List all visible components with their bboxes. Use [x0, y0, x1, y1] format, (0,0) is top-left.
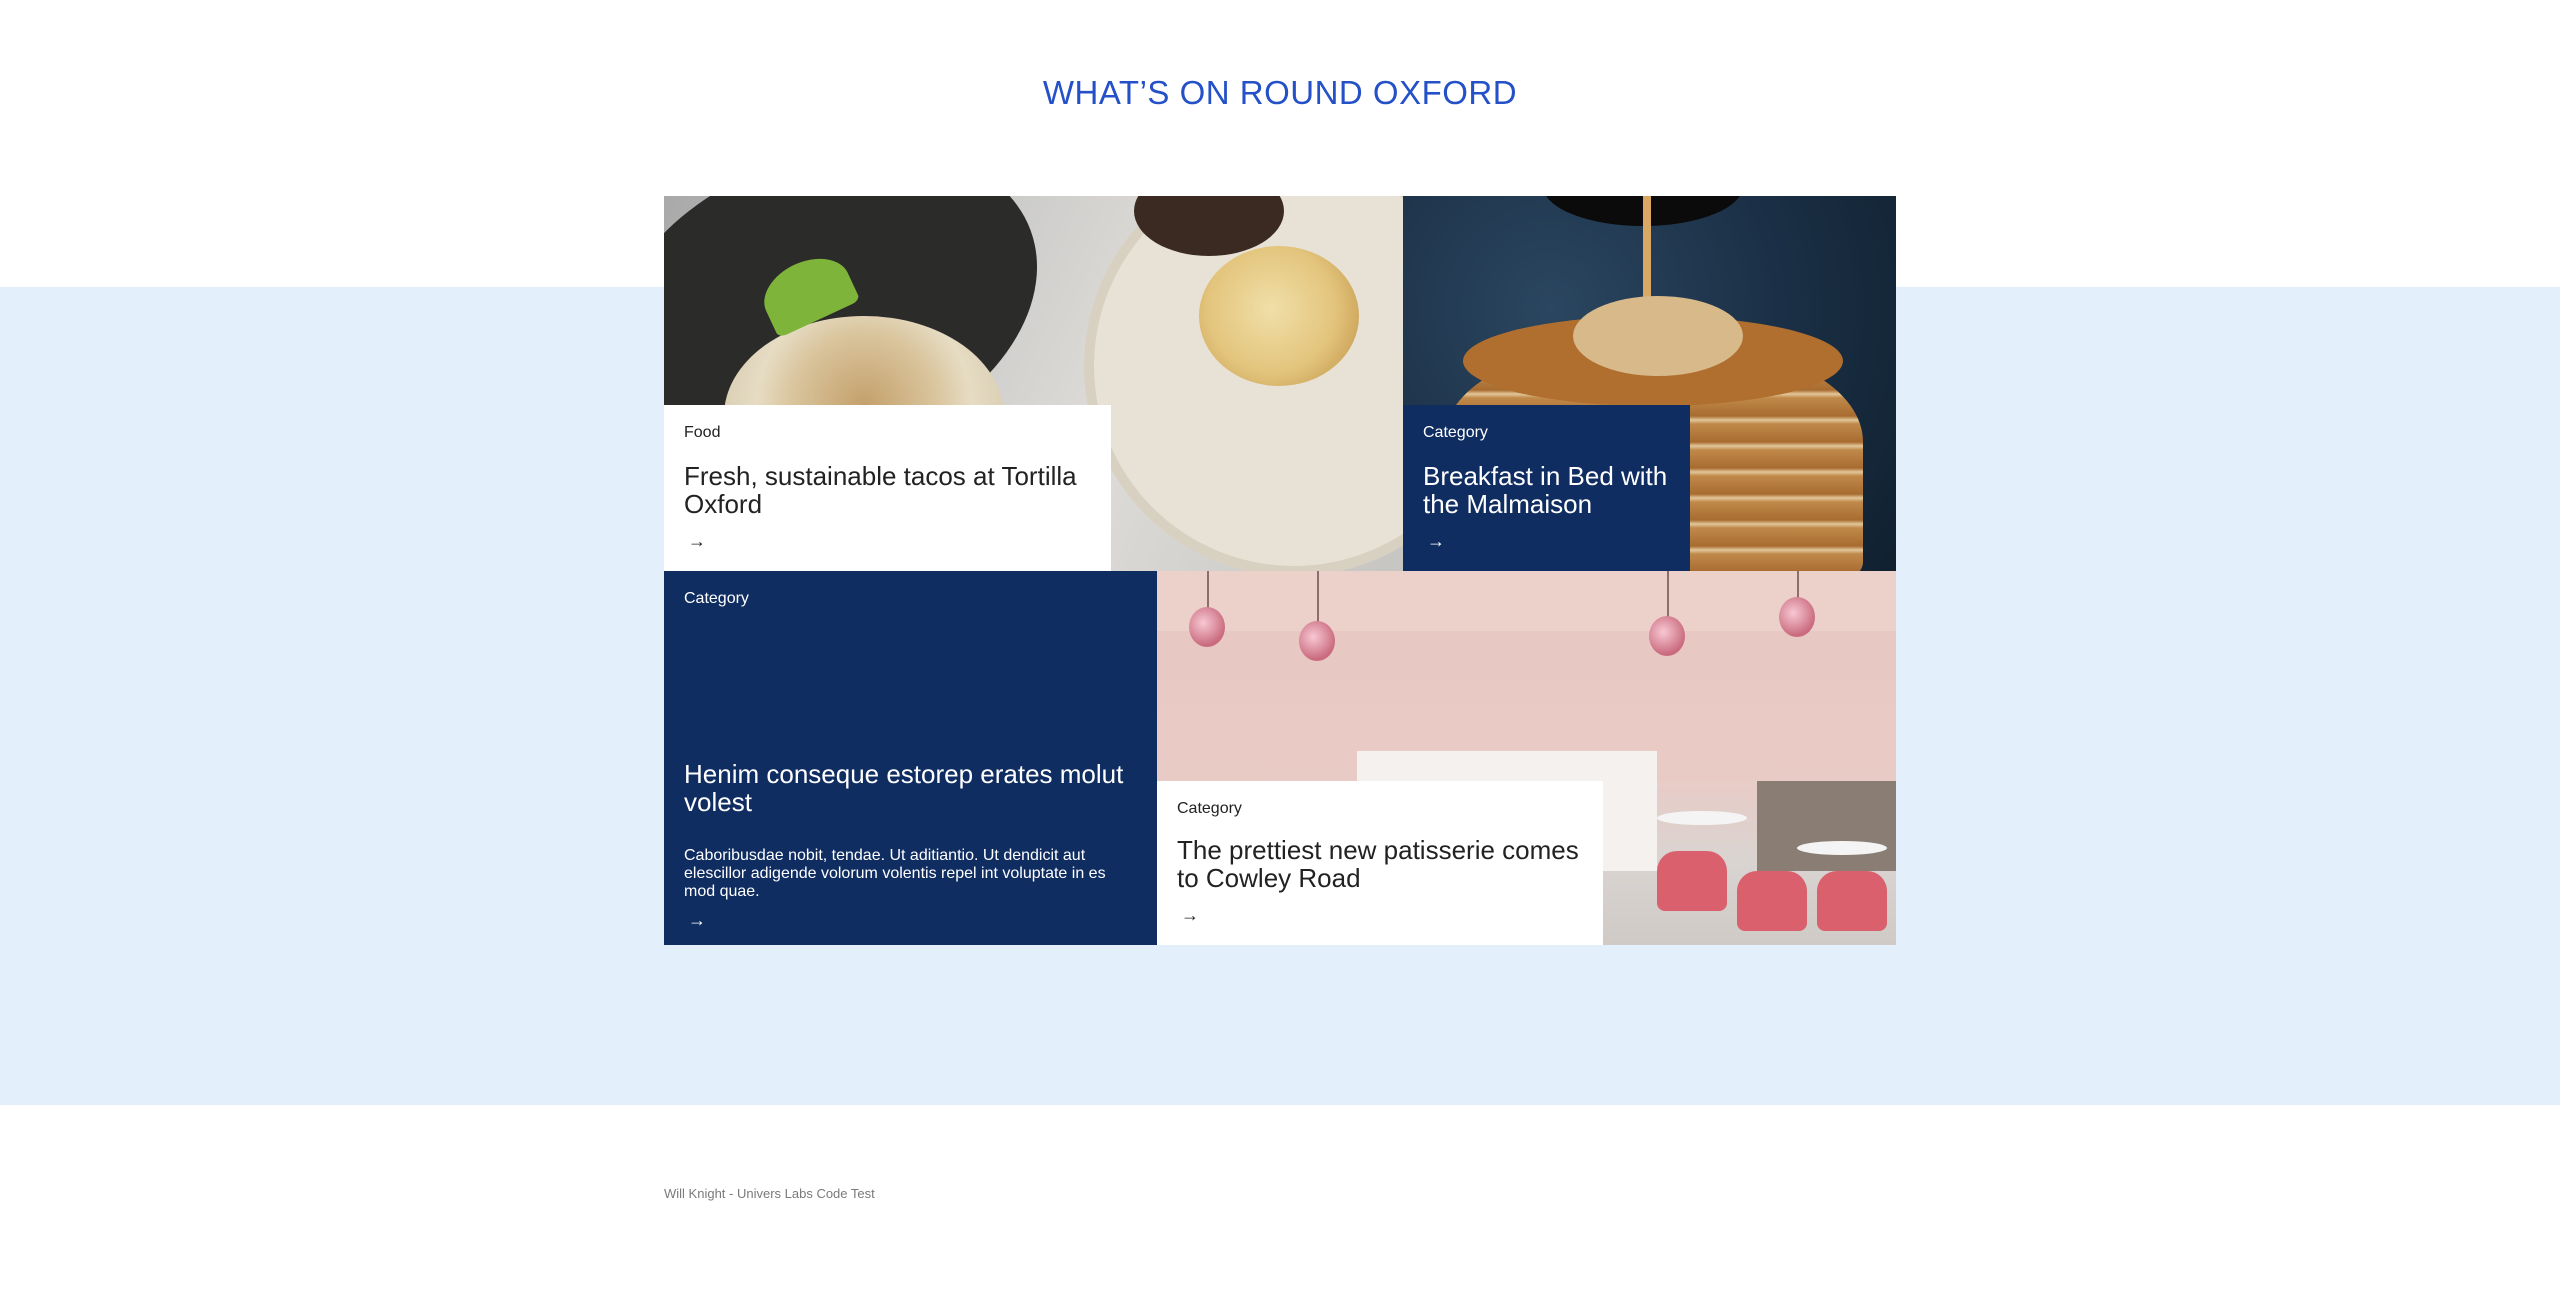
card-breakfast[interactable]: Category Breakfast in Bed with the Malma…: [1403, 405, 1690, 571]
card-patisserie[interactable]: Category The prettiest new patisserie co…: [1157, 781, 1603, 945]
card-category: Category: [1177, 800, 1242, 817]
card-category: Food: [684, 424, 721, 441]
footer-credit: Will Knight - Univers Labs Code Test: [664, 1186, 875, 1201]
arrow-right-icon[interactable]: →: [1427, 532, 1445, 550]
card-title: Henim conseque estorep erates molut vole…: [684, 759, 1124, 817]
arrow-right-icon[interactable]: →: [688, 911, 706, 929]
arrow-right-icon[interactable]: →: [1181, 906, 1199, 924]
card-feature[interactable]: Category Henim conseque estorep erates m…: [664, 571, 1157, 945]
card-title: Fresh, sustainable tacos at Tortilla Oxf…: [684, 461, 1077, 519]
page: WHAT’S ON ROUND OXFORD Food Fresh, susta…: [0, 0, 2560, 1297]
card-title: The prettiest new patisserie comes to Co…: [1177, 835, 1579, 893]
arrow-right-icon[interactable]: →: [688, 532, 706, 550]
card-tacos[interactable]: Food Fresh, sustainable tacos at Tortill…: [664, 405, 1111, 571]
section-heading: WHAT’S ON ROUND OXFORD: [1042, 74, 1518, 111]
card-title: Breakfast in Bed with the Malmaison: [1423, 461, 1668, 519]
card-category: Category: [684, 590, 749, 607]
card-body: Caboribusdae nobit, tendae. Ut aditianti…: [684, 847, 1106, 900]
card-category: Category: [1423, 424, 1488, 441]
